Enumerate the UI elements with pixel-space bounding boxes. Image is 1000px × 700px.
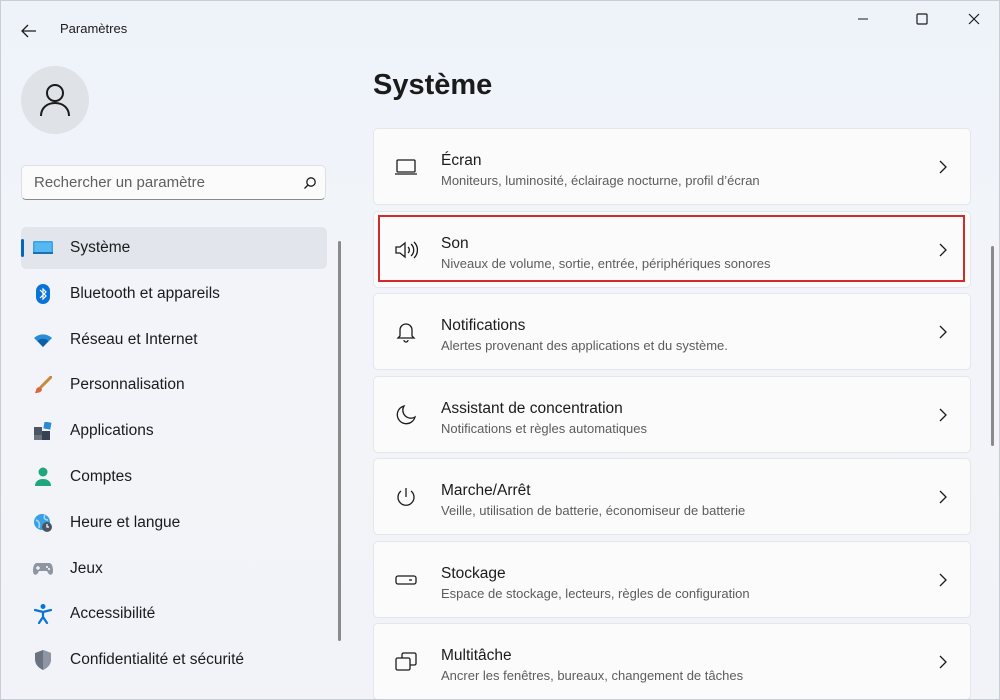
user-icon [40, 84, 70, 117]
settings-window: Paramètres Système Bluetooth et appareil… [0, 0, 1000, 700]
gamepad-icon [33, 559, 53, 579]
sidebar-item-label: Système [70, 239, 131, 256]
sidebar-item-applications[interactable]: Applications [21, 410, 327, 452]
chevron-right-icon [936, 653, 950, 671]
maximize-button[interactable] [899, 1, 945, 37]
sidebar-item-label: Heure et langue [70, 513, 181, 531]
chevron-right-icon [936, 241, 950, 259]
multitask-icon [394, 650, 418, 674]
sidebar-item-label: Comptes [70, 467, 133, 485]
app-title: Paramètres [60, 21, 128, 36]
speaker-icon [394, 238, 418, 262]
sidebar-item-label: Accessibilité [70, 605, 156, 623]
card-assistant-concentration[interactable]: Assistant de concentration Notifications… [373, 375, 971, 453]
card-subtitle: Alertes provenant des applications et du… [441, 338, 728, 353]
bluetooth-icon [33, 283, 53, 304]
card-subtitle: Veille, utilisation de batterie, économi… [441, 503, 746, 518]
chevron-right-icon [936, 571, 950, 589]
accessibility-icon [33, 604, 53, 625]
sidebar-item-jeux[interactable]: Jeux [21, 548, 327, 590]
sidebar-item-label: Réseau et Internet [70, 330, 198, 348]
sidebar-item-label: Applications [70, 422, 154, 440]
card-title: Multitâche [441, 647, 512, 664]
moon-icon [394, 403, 418, 427]
card-title: Son [441, 234, 469, 252]
card-title: Stockage [441, 564, 506, 582]
sidebar-item-label: Personnalisation [70, 376, 185, 394]
search-input[interactable] [22, 165, 295, 200]
card-subtitle: Ancrer les fenêtres, bureaux, changement… [441, 668, 744, 683]
close-button[interactable] [951, 1, 997, 37]
chevron-right-icon [936, 158, 950, 176]
sidebar-item-personnalisation[interactable]: Personnalisation [21, 364, 327, 406]
brush-icon [33, 375, 53, 395]
sidebar-item-label: Confidentialité et sécurité [70, 651, 245, 669]
arrow-left-icon [21, 24, 36, 38]
globe-clock-icon [33, 513, 53, 533]
card-marche-arret[interactable]: Marche/Arrêt Veille, utilisation de batt… [373, 458, 971, 535]
shield-icon [33, 650, 53, 671]
main-scrollbar[interactable] [991, 246, 994, 446]
card-title: Assistant de concentration [441, 399, 623, 417]
card-son[interactable]: Son Niveaux de volume, sortie, entrée, p… [373, 210, 971, 288]
sidebar-scrollbar[interactable] [338, 241, 341, 641]
back-button[interactable] [15, 17, 43, 45]
power-icon [394, 485, 418, 509]
maximize-icon [916, 13, 928, 25]
sidebar-item-comptes[interactable]: Comptes [21, 456, 327, 498]
display-icon [394, 155, 418, 179]
sidebar-item-label: Jeux [70, 559, 103, 577]
search-box [21, 165, 326, 200]
chevron-right-icon [936, 406, 950, 424]
sidebar-item-bluetooth[interactable]: Bluetooth et appareils [21, 273, 327, 315]
bell-icon [394, 320, 418, 344]
minimize-icon [858, 18, 868, 20]
drive-icon [394, 568, 418, 592]
sidebar-item-label: Bluetooth et appareils [70, 284, 220, 302]
sidebar-item-accessibilite[interactable]: Accessibilité [21, 593, 327, 635]
card-multitache[interactable]: Multitâche Ancrer les fenêtres, bureaux,… [373, 623, 971, 699]
card-subtitle: Moniteurs, luminosité, éclairage nocturn… [441, 173, 760, 188]
card-title: Écran [441, 152, 482, 169]
sidebar-item-confidentialite[interactable]: Confidentialité et sécurité [21, 639, 327, 681]
card-subtitle: Notifications et règles automatiques [441, 420, 647, 436]
sidebar-nav: Système Bluetooth et appareils Réseau et… [21, 227, 327, 685]
card-stockage[interactable]: Stockage Espace de stockage, lecteurs, r… [373, 540, 971, 618]
close-icon [968, 13, 980, 25]
chevron-right-icon [936, 488, 950, 506]
card-subtitle: Espace de stockage, lecteurs, règles de … [441, 585, 750, 601]
chevron-right-icon [936, 323, 950, 341]
search-icon[interactable] [295, 176, 325, 190]
apps-icon [33, 421, 53, 441]
minimize-button[interactable] [840, 1, 886, 37]
card-subtitle: Niveaux de volume, sortie, entrée, périp… [441, 255, 771, 271]
card-title: Notifications [441, 317, 526, 334]
settings-cards: Écran Moniteurs, luminosité, éclairage n… [373, 128, 971, 699]
page-title: Système [373, 69, 493, 101]
wifi-icon [33, 330, 53, 350]
monitor-icon [33, 238, 53, 258]
card-notifications[interactable]: Notifications Alertes provenant des appl… [373, 293, 971, 370]
card-title: Marche/Arrêt [441, 482, 531, 499]
sidebar-item-reseau[interactable]: Réseau et Internet [21, 319, 327, 361]
sidebar-item-heure-langue[interactable]: Heure et langue [21, 502, 327, 544]
sidebar-item-systeme[interactable]: Système [21, 227, 327, 269]
card-ecran[interactable]: Écran Moniteurs, luminosité, éclairage n… [373, 128, 971, 205]
avatar[interactable] [21, 66, 89, 134]
person-icon [33, 467, 53, 487]
